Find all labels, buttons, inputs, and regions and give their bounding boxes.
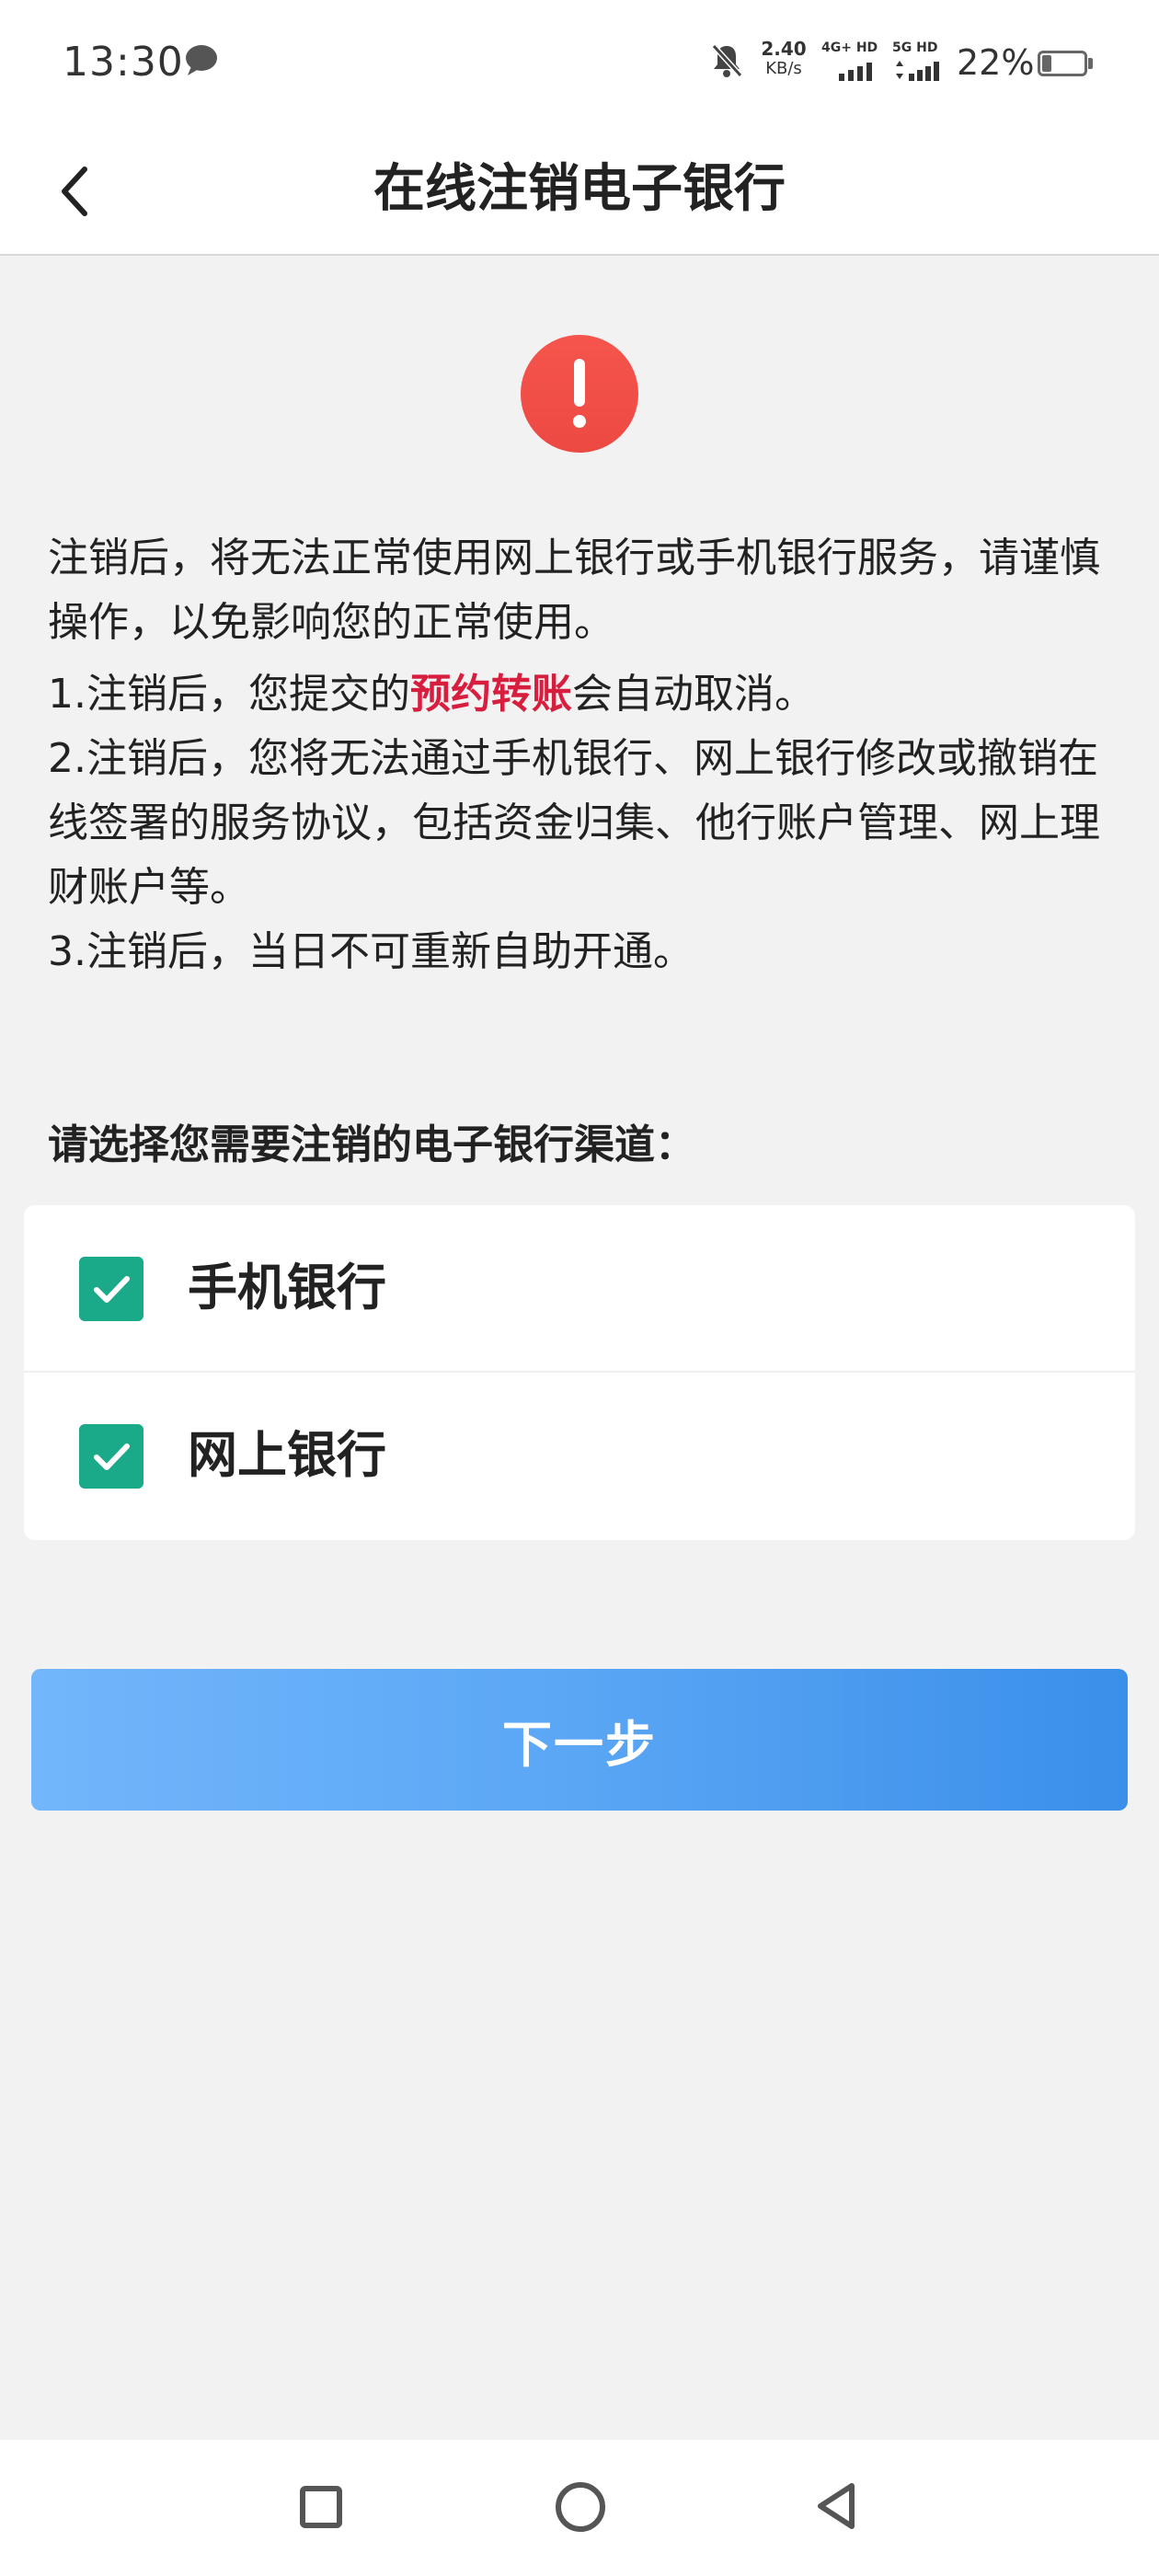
- notice-item-3: 3.注销后，当日不可重新自助开通。: [48, 928, 694, 975]
- app-header: 在线注销电子银行: [0, 125, 1159, 256]
- notice-item-1: 1.注销后，您提交的预约转账会自动取消。: [48, 662, 1124, 727]
- sim1-label: 4G+ HD: [821, 40, 878, 55]
- notice-item-2: 2.注销后，您将无法通过手机银行、网上银行修改或撤销在线签署的服务协议，包括资金…: [48, 735, 1100, 911]
- sim2-label: 5G HD: [892, 40, 938, 55]
- notice-text: 注销后，将无法正常使用网上银行或手机银行服务，请谨慎操作，以免影响您的正常使用。…: [48, 526, 1124, 984]
- status-bar: 13:30 2.40 KB/s 4G+ HD 5G HD 22%: [0, 0, 1159, 125]
- notice-item-1-suffix: 会自动取消。: [571, 671, 815, 718]
- network-speed: 2.40 KB/s: [756, 39, 811, 79]
- recent-apps-icon[interactable]: [300, 2486, 342, 2528]
- mobile-banking-label: 手机银行: [188, 1259, 386, 1317]
- battery-tip: [1088, 58, 1093, 69]
- channel-options-card: 手机银行 网上银行: [24, 1205, 1135, 1540]
- home-icon[interactable]: [556, 2482, 605, 2532]
- network-speed-unit: KB/s: [765, 59, 802, 78]
- notice-item-1-prefix: 1.注销后，您提交的: [48, 671, 410, 718]
- check-icon: [94, 1276, 130, 1303]
- signal-icon: [839, 61, 879, 85]
- scheduled-transfer-highlight: 预约转账: [409, 671, 572, 718]
- check-icon: [94, 1443, 130, 1470]
- battery-level: [1042, 55, 1051, 72]
- message-icon: [184, 44, 219, 81]
- battery-percent: 22%: [957, 42, 1035, 83]
- status-time: 13:30: [63, 39, 184, 86]
- mobile-banking-checkbox[interactable]: [79, 1257, 143, 1321]
- page-title: 在线注销电子银行: [373, 159, 786, 219]
- back-triangle-icon[interactable]: [813, 2480, 859, 2532]
- option-mobile-banking[interactable]: 手机银行: [24, 1205, 1135, 1373]
- channel-select-label: 请选择您需要注销的电子银行渠道：: [48, 1121, 695, 1168]
- system-nav-bar: [0, 2440, 1159, 2576]
- next-step-button[interactable]: 下一步: [31, 1669, 1128, 1811]
- signal-icon: [894, 59, 946, 85]
- option-online-banking[interactable]: 网上银行: [24, 1373, 1135, 1540]
- bell-muted-icon: [710, 42, 743, 83]
- warning-icon: [521, 335, 638, 453]
- online-banking-checkbox[interactable]: [79, 1424, 143, 1489]
- battery-icon: [1038, 51, 1087, 76]
- network-speed-value: 2.40: [761, 38, 807, 60]
- online-banking-label: 网上银行: [188, 1426, 386, 1484]
- notice-intro: 注销后，将无法正常使用网上银行或手机银行服务，请谨慎操作，以免影响您的正常使用。: [48, 535, 1100, 646]
